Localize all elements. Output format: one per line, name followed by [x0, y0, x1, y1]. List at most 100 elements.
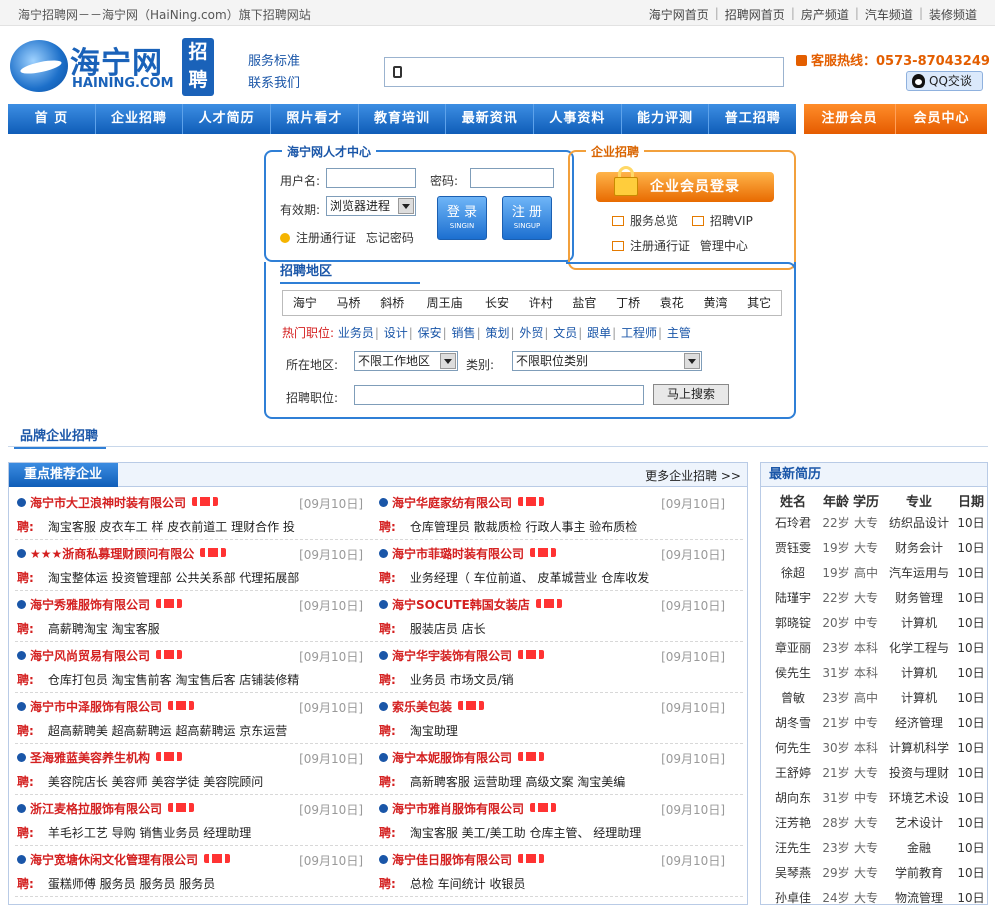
- company-link[interactable]: ★★★浙商私募理财顾问有限公: [17, 545, 227, 562]
- company-link[interactable]: 海宁风尚贸易有限公司: [17, 647, 183, 664]
- more-companies-link[interactable]: 更多企业招聘 >>: [645, 467, 741, 484]
- job-links[interactable]: 淘宝整体运 投资管理部 公共关系部 代理拓展部: [48, 571, 299, 585]
- nav-worker-jobs[interactable]: 普工招聘: [709, 104, 796, 134]
- place-link[interactable]: 盐官: [563, 291, 607, 315]
- job-links[interactable]: 业务员 市场文员/销: [410, 673, 514, 687]
- company-link[interactable]: 海宁市菲璐时装有限公司: [379, 545, 557, 562]
- job-links[interactable]: 淘宝助理: [410, 724, 458, 738]
- resume-row[interactable]: 何先生 30岁 本科 计算机科学 10日: [761, 736, 987, 761]
- job-links[interactable]: 总检 车间统计 收银员: [410, 877, 526, 891]
- company-link[interactable]: 海宁市大卫浪神时装有限公司: [17, 494, 219, 511]
- company-link[interactable]: 海宁市中泽服饰有限公司: [17, 698, 195, 715]
- search-button[interactable]: 马上搜索: [653, 384, 729, 405]
- place-link[interactable]: 其它: [737, 291, 781, 315]
- resume-row[interactable]: 汪先生 23岁 大专 金融 10日: [761, 836, 987, 861]
- enterprise-login-button[interactable]: 企业会员登录: [596, 166, 774, 202]
- resume-row[interactable]: 吴琴燕 29岁 大专 学前教育 10日: [761, 861, 987, 886]
- top-link-car[interactable]: 汽车频道: [865, 6, 913, 23]
- site-logo[interactable]: 海宁网 HAINING.COM 招聘: [8, 36, 214, 98]
- top-link-haining-home[interactable]: 海宁网首页: [649, 6, 709, 23]
- job-links[interactable]: 羊毛衫工艺 导购 销售业务员 经理助理: [48, 826, 251, 840]
- resume-row[interactable]: 孙卓佳 24岁 大专 物流管理 10日: [761, 886, 987, 904]
- password-input[interactable]: [470, 168, 554, 188]
- job-links[interactable]: 蛋糕师傅 服务员 服务员 服务员: [48, 877, 215, 891]
- job-links[interactable]: 服装店员 店长: [410, 622, 486, 636]
- forgot-password-link[interactable]: 忘记密码: [366, 231, 414, 245]
- job-links[interactable]: 高新聘客服 运营助理 高级文案 淘宝美编: [410, 775, 625, 789]
- place-link[interactable]: 马桥: [327, 291, 371, 315]
- contact-link[interactable]: 联系我们: [248, 73, 300, 95]
- admin-center-link[interactable]: 管理中心: [700, 239, 748, 253]
- hot-job-link[interactable]: 保安: [418, 326, 442, 340]
- resume-row[interactable]: 曾敏 23岁 高中 计算机 10日: [761, 686, 987, 711]
- job-links[interactable]: 业务经理（ 车位前道、 皮革城营业 仓库收发: [410, 571, 649, 585]
- username-input[interactable]: [326, 168, 416, 188]
- place-link[interactable]: 斜桥: [370, 291, 414, 315]
- resume-row[interactable]: 石玲君 22岁 大专 纺织品设计 10日: [761, 511, 987, 536]
- nav-home[interactable]: 首 页: [8, 104, 96, 134]
- service-overview-link[interactable]: 服务总览: [630, 214, 678, 228]
- region-select[interactable]: 不限工作地区: [354, 351, 458, 371]
- company-link[interactable]: 海宁秀雅服饰有限公司: [17, 596, 183, 613]
- qq-chat-button[interactable]: QQ交谈: [906, 71, 983, 91]
- hot-job-link[interactable]: 外贸: [519, 326, 543, 340]
- vip-link[interactable]: 招聘VIP: [710, 214, 753, 228]
- company-link[interactable]: 海宁市雅肖服饰有限公司: [379, 800, 557, 817]
- resume-row[interactable]: 侯先生 31岁 本科 计算机 10日: [761, 661, 987, 686]
- company-link[interactable]: 索乐美包装: [379, 698, 485, 715]
- signup-button[interactable]: 注 册 SINGUP: [502, 196, 552, 240]
- nav-photos[interactable]: 照片看才: [271, 104, 359, 134]
- company-link[interactable]: 浙江麦格拉服饰有限公司: [17, 800, 195, 817]
- nav-register-member[interactable]: 注册会员: [804, 104, 896, 134]
- hot-job-link[interactable]: 业务员: [338, 326, 374, 340]
- place-link[interactable]: 周王庙: [414, 291, 475, 315]
- keyword-input[interactable]: [354, 385, 644, 405]
- nav-resumes[interactable]: 人才简历: [183, 104, 272, 134]
- nav-news[interactable]: 最新资讯: [446, 104, 535, 134]
- company-link[interactable]: 海宁宽塘休闲文化管理有限公司: [17, 851, 231, 868]
- place-link[interactable]: 许村: [519, 291, 563, 315]
- resume-row[interactable]: 胡向东 31岁 中专 环境艺术设 10日: [761, 786, 987, 811]
- company-link[interactable]: 海宁华宇装饰有限公司: [379, 647, 545, 664]
- service-standard-link[interactable]: 服务标准: [248, 51, 300, 73]
- job-links[interactable]: 淘宝客服 皮衣车工 样 皮衣前道工 理财合作 投: [48, 520, 295, 534]
- top-link-house[interactable]: 房产频道: [801, 6, 849, 23]
- resume-row[interactable]: 胡冬雪 21岁 中专 经济管理 10日: [761, 711, 987, 736]
- site-search-input[interactable]: [384, 57, 784, 87]
- place-link[interactable]: 长安: [475, 291, 519, 315]
- company-link[interactable]: 海宁本妮服饰有限公司: [379, 749, 545, 766]
- resume-row[interactable]: 徐超 19岁 高中 汽车运用与 10日: [761, 561, 987, 586]
- hot-job-link[interactable]: 文员: [553, 326, 577, 340]
- register-passport-link[interactable]: 注册通行证: [296, 231, 356, 245]
- company-link[interactable]: 圣海雅蓝美容养生机构: [17, 749, 183, 766]
- login-button[interactable]: 登 录 SINGIN: [437, 196, 487, 240]
- hot-job-link[interactable]: 策划: [485, 326, 509, 340]
- resume-row[interactable]: 章亚丽 23岁 本科 化学工程与 10日: [761, 636, 987, 661]
- nav-member-center[interactable]: 会员中心: [896, 104, 987, 134]
- brand-title[interactable]: 品牌企业招聘: [14, 425, 107, 449]
- top-link-recruit-home[interactable]: 招聘网首页: [725, 6, 785, 23]
- company-link[interactable]: 海宁SOCUTE韩国女装店: [379, 596, 562, 613]
- hot-job-link[interactable]: 跟单: [587, 326, 611, 340]
- nav-company-jobs[interactable]: 企业招聘: [96, 104, 184, 134]
- nav-hr-docs[interactable]: 人事资料: [534, 104, 622, 134]
- top-link-decoration[interactable]: 装修频道: [929, 6, 977, 23]
- job-links[interactable]: 仓库打包员 淘宝售前客 淘宝售后客 店铺装修精: [48, 673, 299, 687]
- resume-row[interactable]: 王舒婷 21岁 大专 投资与理财 10日: [761, 761, 987, 786]
- hot-job-link[interactable]: 销售: [452, 326, 476, 340]
- resume-row[interactable]: 郭晓锭 20岁 中专 计算机 10日: [761, 611, 987, 636]
- company-link[interactable]: 海宁华庭家纺有限公司: [379, 494, 545, 511]
- place-link[interactable]: 海宁: [283, 291, 327, 315]
- job-links[interactable]: 仓库管理员 散裁质检 行政人事主 验布质检: [410, 520, 637, 534]
- company-link[interactable]: 海宁佳日服饰有限公司: [379, 851, 545, 868]
- place-link[interactable]: 丁桥: [606, 291, 650, 315]
- hot-job-link[interactable]: 工程师: [621, 326, 657, 340]
- category-select[interactable]: 不限职位类别: [512, 351, 702, 371]
- hot-job-link[interactable]: 主管: [667, 326, 691, 340]
- job-links[interactable]: 超高薪聘美 超高薪聘运 超高薪聘运 京东运营: [48, 724, 287, 738]
- resume-row[interactable]: 陆瑾宇 22岁 大专 财务管理 10日: [761, 586, 987, 611]
- resume-row[interactable]: 汪芳艳 28岁 大专 艺术设计 10日: [761, 811, 987, 836]
- enterprise-register-link[interactable]: 注册通行证: [630, 239, 690, 253]
- job-links[interactable]: 淘宝客服 美工/美工助 仓库主管、 经理助理: [410, 826, 642, 840]
- place-link[interactable]: 黄湾: [694, 291, 738, 315]
